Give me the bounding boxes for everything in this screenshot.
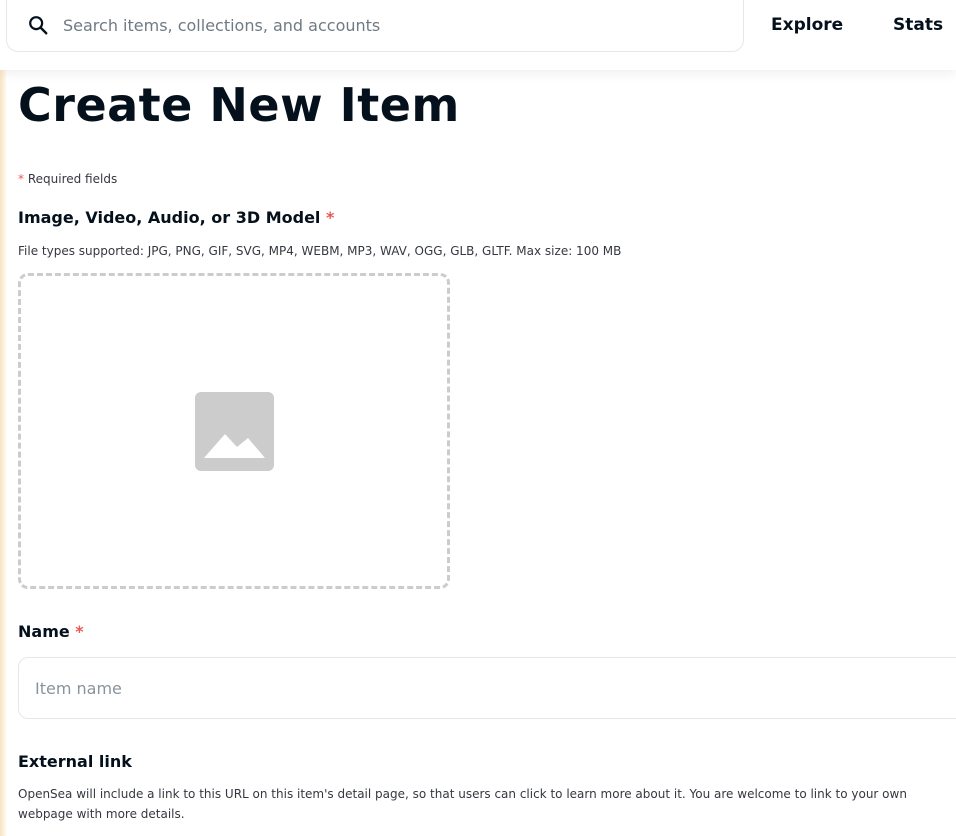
top-header: Explore Stats — [0, 0, 956, 70]
required-note-text: Required fields — [27, 172, 118, 186]
nav-explore-link[interactable]: Explore — [771, 15, 843, 35]
external-link-description: OpenSea will include a link to this URL … — [18, 787, 907, 821]
name-input[interactable] — [35, 676, 935, 700]
search-input[interactable] — [63, 13, 723, 37]
name-field-label: Name * — [18, 622, 84, 641]
name-field[interactable] — [18, 657, 956, 719]
media-required-mark: * — [325, 208, 335, 227]
external-link-label: External link — [18, 752, 132, 771]
required-asterisk: * — [18, 172, 24, 186]
media-description: File types supported: JPG, PNG, GIF, SVG… — [18, 244, 622, 258]
required-fields-note: * Required fields — [18, 172, 117, 186]
image-placeholder-icon — [195, 392, 274, 471]
media-upload-dropzone[interactable] — [18, 273, 450, 589]
media-label-text: Image, Video, Audio, or 3D Model — [18, 208, 321, 227]
search-icon — [29, 16, 48, 35]
search-bar[interactable] — [6, 0, 744, 52]
create-item-page: Explore Stats Create New Item * Required… — [0, 0, 956, 836]
nav-stats-link[interactable]: Stats — [893, 15, 943, 35]
name-label-text: Name — [18, 622, 70, 641]
media-field-label: Image, Video, Audio, or 3D Model * — [18, 208, 334, 227]
page-title: Create New Item — [18, 78, 460, 132]
name-required-mark: * — [75, 622, 84, 641]
